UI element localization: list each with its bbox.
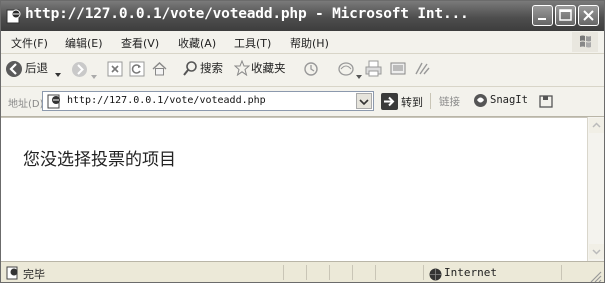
page-done-icon xyxy=(6,265,20,282)
menu-bar: 文件(F) 编辑(E) 查看(V) 收藏(A) 工具(T) 帮助(H) xyxy=(1,31,604,54)
snagit-window-icon[interactable] xyxy=(539,94,554,113)
scroll-down-button[interactable] xyxy=(589,244,604,259)
search-button-label[interactable]: 搜索 xyxy=(200,60,223,76)
windows-flag-icon xyxy=(572,32,598,52)
forward-dropdown-icon[interactable] xyxy=(91,65,97,84)
back-dropdown-icon[interactable] xyxy=(54,64,62,83)
forward-arrow-icon[interactable] xyxy=(71,61,88,82)
page-icon xyxy=(47,94,62,113)
back-arrow-icon[interactable] xyxy=(5,60,23,82)
print-icon[interactable] xyxy=(365,60,382,81)
status-separator xyxy=(375,265,376,280)
browser-window: http://127.0.0.1/vote/voteadd.php - Micr… xyxy=(0,0,605,283)
menu-tools[interactable]: 工具(T) xyxy=(234,35,271,51)
page-content: 您没选择投票的项目 xyxy=(1,117,587,262)
ie-page-icon xyxy=(6,8,22,24)
menu-view[interactable]: 查看(V) xyxy=(121,35,159,51)
status-bar: 完毕 Internet xyxy=(1,261,604,282)
links-label[interactable]: 链接 xyxy=(439,94,460,109)
go-button-label[interactable]: 转到 xyxy=(401,94,423,110)
chevron-down-icon xyxy=(359,99,369,106)
address-bar: 地址(D) http://127.0.0.1/vote/voteadd.php … xyxy=(1,87,604,117)
maximize-icon xyxy=(559,9,572,21)
menu-file[interactable]: 文件(F) xyxy=(11,35,48,51)
mail-dropdown-icon[interactable] xyxy=(356,65,362,84)
snagit-icon[interactable] xyxy=(473,93,488,112)
status-separator xyxy=(283,265,284,280)
status-separator xyxy=(352,265,353,280)
edit-icon[interactable] xyxy=(390,60,407,81)
minimize-button[interactable] xyxy=(532,5,553,26)
stop-icon[interactable] xyxy=(107,61,123,81)
menu-favorites[interactable]: 收藏(A) xyxy=(178,35,216,51)
internet-zone-label: Internet xyxy=(444,266,497,279)
resize-grip-icon[interactable] xyxy=(589,268,602,282)
messenger-icon[interactable] xyxy=(413,60,431,81)
menu-edit[interactable]: 编辑(E) xyxy=(65,35,103,51)
status-separator xyxy=(423,265,424,280)
page-message: 您没选择投票的项目 xyxy=(23,150,176,170)
chevron-down-icon xyxy=(592,249,601,255)
minimize-icon xyxy=(538,18,546,20)
address-label: 地址(D) xyxy=(8,99,44,110)
go-arrow-icon[interactable] xyxy=(381,93,398,114)
snagit-label[interactable]: SnagIt xyxy=(490,94,528,106)
address-url[interactable]: http://127.0.0.1/vote/voteadd.php xyxy=(67,95,266,106)
close-button[interactable] xyxy=(578,5,599,26)
scroll-up-button[interactable] xyxy=(589,118,604,133)
mail-icon[interactable] xyxy=(337,60,355,81)
status-text: 完毕 xyxy=(23,268,45,281)
favorites-star-icon[interactable] xyxy=(233,59,251,80)
chevron-up-icon xyxy=(592,122,601,128)
status-separator xyxy=(306,265,307,280)
favorites-button-label[interactable]: 收藏夹 xyxy=(251,60,286,76)
standard-toolbar: 后退 搜索 收藏夹 xyxy=(1,54,604,87)
vertical-scrollbar[interactable] xyxy=(587,117,604,261)
search-icon[interactable] xyxy=(182,60,198,81)
maximize-button[interactable] xyxy=(555,5,576,26)
back-button-label[interactable]: 后退 xyxy=(25,60,48,76)
refresh-icon[interactable] xyxy=(129,61,145,81)
menu-help[interactable]: 帮助(H) xyxy=(290,35,329,51)
address-dropdown-button[interactable] xyxy=(356,93,372,109)
title-bar[interactable]: http://127.0.0.1/vote/voteadd.php - Micr… xyxy=(1,1,604,31)
close-icon xyxy=(583,10,594,21)
address-separator xyxy=(430,93,431,109)
status-separator xyxy=(561,265,562,280)
address-input[interactable]: http://127.0.0.1/vote/voteadd.php xyxy=(42,91,374,111)
status-separator xyxy=(329,265,330,280)
home-icon[interactable] xyxy=(151,60,168,81)
history-icon[interactable] xyxy=(303,61,319,81)
internet-zone-icon xyxy=(429,266,442,282)
window-title: http://127.0.0.1/vote/voteadd.php - Micr… xyxy=(25,6,469,22)
